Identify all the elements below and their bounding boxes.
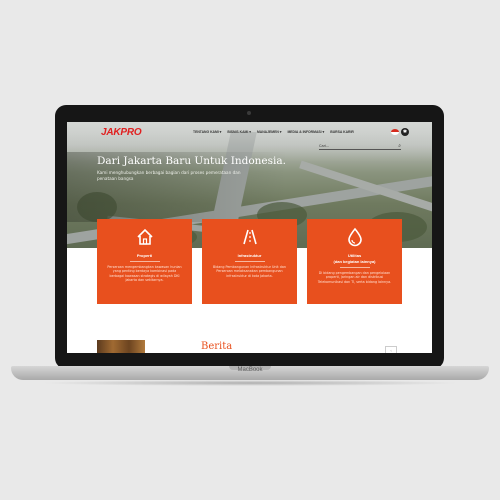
card-utilitas[interactable]: Utilitas (dan kegiatan lainnya) Di bidan…	[307, 219, 402, 304]
nav-bisnis-kami[interactable]: BISNIS KAMI ▾	[227, 130, 251, 134]
card-infrastruktur[interactable]: Infrastruktur Bidang Pembangunan Infrast…	[202, 219, 297, 304]
card-title: Properti	[136, 253, 153, 258]
card-description: Bidang Pembangunan Infrastruktur Unit da…	[213, 265, 286, 278]
card-subtitle: (dan kegiatan lainnya)	[333, 259, 376, 264]
house-icon	[136, 228, 153, 245]
laptop-screen: Dari Jakarta Baru Untuk Indonesia. Kami …	[67, 122, 432, 353]
language-en-flag-icon[interactable]: ✱	[401, 128, 409, 136]
language-id-flag-icon[interactable]	[391, 129, 399, 135]
business-cards: Properti Perseroan mengembangkan kawasan…	[97, 219, 402, 304]
hero-title: Dari Jakarta Baru Untuk Indonesia.	[97, 155, 286, 167]
road-icon	[242, 229, 257, 245]
search-icon[interactable]: ⌕	[398, 143, 401, 149]
pager-button[interactable]: ‹	[385, 346, 397, 353]
nav-tentang-kami[interactable]: TENTANG KAMI ▾	[193, 130, 221, 134]
laptop-lid: Dari Jakarta Baru Untuk Indonesia. Kami …	[55, 105, 444, 369]
nav-menu: TENTANG KAMI ▾ BISNIS KAMI ▾ MANAJEMEN ▾…	[193, 130, 354, 134]
water-drop-icon	[347, 227, 362, 247]
laptop-shadow	[40, 380, 460, 386]
nav-bursa-karir[interactable]: BURSA KARIR	[330, 130, 354, 134]
card-description: Di bidang pengembangan dan pengelolaan p…	[317, 271, 392, 284]
camera	[247, 111, 251, 115]
card-title: Infrastruktur	[237, 253, 262, 258]
top-nav: JAKPRO TENTANG KAMI ▾ BISNIS KAMI ▾ MANA…	[67, 122, 432, 150]
section-title: Berita	[201, 341, 233, 352]
nav-manajemen[interactable]: MANAJEMEN ▾	[257, 130, 282, 134]
card-properti[interactable]: Properti Perseroan mengembangkan kawasan…	[97, 219, 192, 304]
site-logo[interactable]: JAKPRO	[101, 127, 142, 138]
card-title: Utilitas	[347, 253, 362, 258]
hero-subtitle: Kami menghubungkan berbagai bagian dari …	[97, 170, 241, 181]
search-input[interactable]: Cari... ⌕	[319, 143, 401, 150]
device-brand-label: MacBook	[237, 367, 263, 373]
news-thumbnail[interactable]	[97, 340, 145, 353]
nav-media-informasi[interactable]: MEDIA & INFORMASI ▾	[287, 130, 324, 134]
card-description: Perseroan mengembangkan kawasan hunian y…	[107, 265, 182, 282]
search-placeholder: Cari...	[319, 144, 330, 148]
